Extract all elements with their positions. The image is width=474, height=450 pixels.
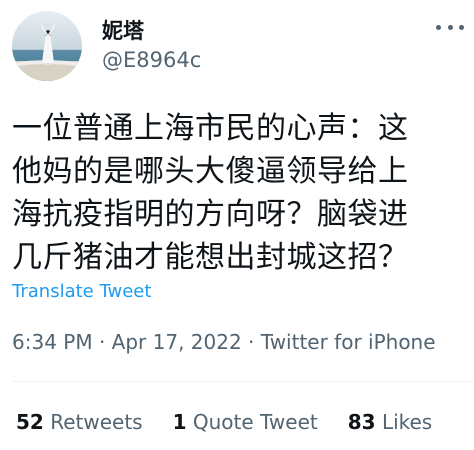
tweet: 妮塔 @E8964c 一位普通上海市民的心声：这 他妈的是哪头大傻逼领导给上 海… (0, 0, 474, 450)
tweet-source[interactable]: Twitter for iPhone (261, 330, 436, 354)
author-display-name[interactable]: 妮塔 (102, 18, 201, 44)
retweets-count: 52 (16, 410, 44, 434)
tweet-text-line: 几斤猪油才能想出封城这招？ (12, 240, 409, 275)
tweet-header: 妮塔 @E8964c (12, 10, 201, 82)
divider (12, 381, 474, 382)
tweet-text: 一位普通上海市民的心声：这 他妈的是哪头大傻逼领导给上 海抗疫指明的方向呀？脑袋… (12, 107, 466, 279)
more-icon[interactable] (436, 18, 464, 36)
author-names: 妮塔 @E8964c (102, 11, 201, 81)
author-handle[interactable]: @E8964c (102, 46, 201, 74)
avatar[interactable] (12, 11, 82, 81)
quote-tweets-stat[interactable]: 1 Quote Tweet (173, 408, 318, 436)
meta-separator: · (241, 330, 261, 354)
tweet-text-line: 一位普通上海市民的心声：这 (12, 111, 409, 146)
more-icon-dot (436, 24, 441, 30)
quote-tweets-label: Quote Tweet (192, 410, 318, 434)
tweet-stats: 52 Retweets 1 Quote Tweet 83 Likes (16, 408, 432, 436)
more-icon-dot (447, 24, 453, 30)
tweet-time[interactable]: 6:34 PM (12, 330, 93, 354)
more-icon-dot (459, 24, 464, 30)
tweet-date[interactable]: Apr 17, 2022 (112, 330, 242, 354)
quote-tweets-count: 1 (172, 410, 187, 434)
tweet-text-line: 他妈的是哪头大傻逼领导给上 (12, 154, 409, 189)
retweets-stat[interactable]: 52 Retweets (16, 408, 143, 436)
translate-tweet-link[interactable]: Translate Tweet (12, 280, 151, 304)
likes-stat[interactable]: 83 Likes (348, 408, 433, 436)
tweet-text-line: 海抗疫指明的方向呀？脑袋进 (12, 197, 409, 232)
retweets-label: Retweets (50, 410, 143, 434)
likes-count: 83 (347, 410, 376, 434)
meta-separator: · (92, 330, 112, 354)
likes-label: Likes (381, 410, 433, 434)
avatar-image (12, 11, 82, 81)
tweet-meta: 6:34 PM · Apr 17, 2022 · Twitter for iPh… (12, 328, 436, 356)
